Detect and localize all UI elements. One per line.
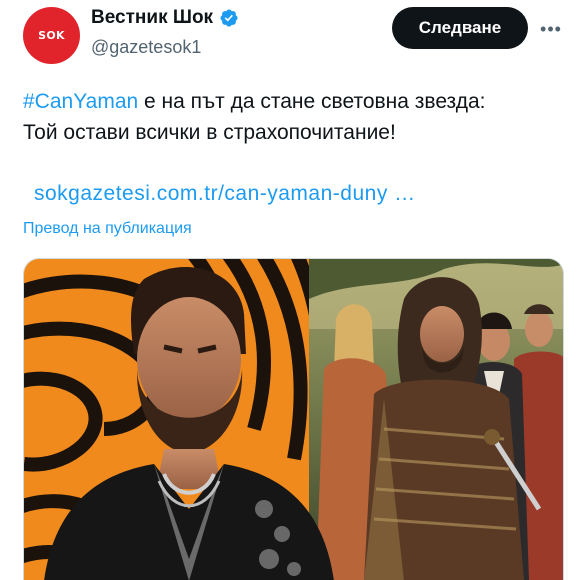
hashtag-link[interactable]: #CanYaman bbox=[23, 90, 138, 113]
article-link[interactable]: sokgazetesi.com.tr/can-yaman-duny … bbox=[34, 182, 416, 206]
media-illustration bbox=[24, 259, 563, 580]
author-name-row: Вестник Шок bbox=[91, 7, 239, 29]
author-handle[interactable]: @gazetesok1 bbox=[91, 37, 201, 58]
post-text-line2: Той остави всички в страхопочитание! bbox=[23, 121, 396, 144]
author-display-name[interactable]: Вестник Шок bbox=[91, 7, 213, 29]
tweet: SOK Вестник Шок @gazetesok1 Следване •••… bbox=[0, 0, 578, 580]
translate-post-link[interactable]: Превод на публикация bbox=[23, 220, 192, 238]
post-text-line1: е на път да стане световна звезда: bbox=[138, 90, 486, 113]
avatar-logo-text: SOK bbox=[38, 29, 65, 42]
post-media-image[interactable] bbox=[23, 258, 564, 580]
verified-badge-icon bbox=[220, 9, 238, 27]
more-options-icon[interactable]: ••• bbox=[537, 15, 565, 43]
follow-button[interactable]: Следване bbox=[392, 7, 528, 49]
avatar[interactable]: SOK bbox=[23, 7, 80, 64]
post-text: #CanYaman е на път да стане световна зве… bbox=[23, 86, 563, 148]
